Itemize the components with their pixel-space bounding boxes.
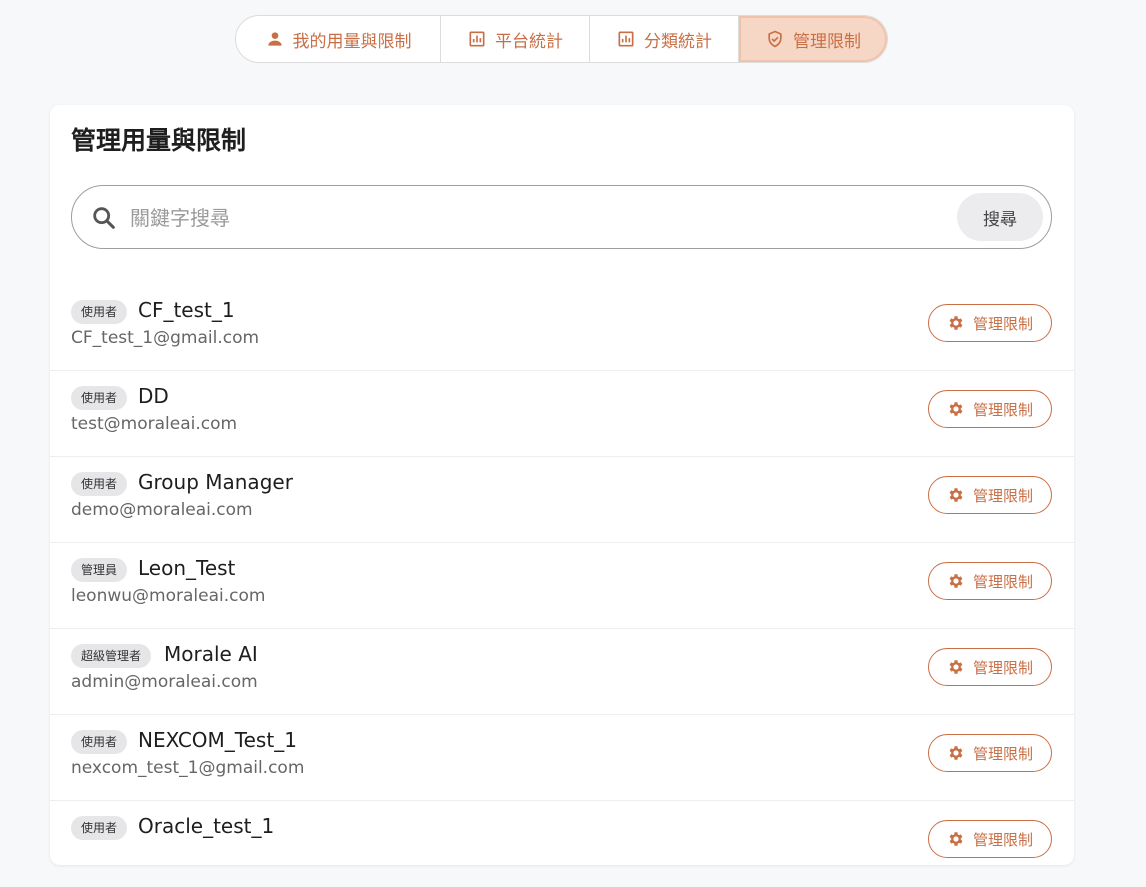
manage-limits-button[interactable]: 管理限制 xyxy=(928,562,1052,600)
manage-limits-label: 管理限制 xyxy=(972,658,1033,677)
gear-icon xyxy=(949,660,963,674)
user-name: Morale AI xyxy=(164,642,258,666)
manage-limits-label: 管理限制 xyxy=(972,486,1033,505)
search-input[interactable] xyxy=(128,200,952,236)
manage-limits-label: 管理限制 xyxy=(972,314,1033,333)
user-email: CF_test_1@gmail.com xyxy=(71,328,260,348)
manage-limits-button[interactable]: 管理限制 xyxy=(928,304,1052,342)
bar-chart-icon xyxy=(618,31,634,47)
user-name: NEXCOM_Test_1 xyxy=(138,728,297,752)
list-item: 使用者 NEXCOM_Test_1 nexcom_test_1@gmail.co… xyxy=(50,715,1074,801)
user-name: Oracle_test_1 xyxy=(138,814,275,838)
shield-check-icon xyxy=(768,30,782,48)
manage-limits-label: 管理限制 xyxy=(972,744,1033,763)
page-title: 管理用量與限制 xyxy=(71,126,247,155)
user-list: 使用者 CF_test_1 CF_test_1@gmail.com 管理限制 使… xyxy=(50,285,1074,887)
user-name: Leon_Test xyxy=(138,556,236,580)
manage-limits-button[interactable]: 管理限制 xyxy=(928,820,1052,858)
tab-label: 管理限制 xyxy=(793,31,861,52)
tab-label: 分類統計 xyxy=(644,31,712,52)
manage-limits-label: 管理限制 xyxy=(972,830,1033,849)
list-item: 使用者 CF_test_1 CF_test_1@gmail.com 管理限制 xyxy=(50,285,1074,371)
tab-label: 平台統計 xyxy=(495,31,563,52)
tab-my-usage[interactable]: 我的用量與限制 xyxy=(236,16,441,62)
gear-icon xyxy=(949,746,963,760)
user-email: demo@moraleai.com xyxy=(71,500,253,520)
list-item: 管理員 Leon_Test leonwu@moraleai.com 管理限制 xyxy=(50,543,1074,629)
gear-icon xyxy=(949,832,963,846)
role-badge: 使用者 xyxy=(71,386,128,410)
search-button[interactable]: 搜尋 xyxy=(957,193,1043,241)
user-email: leonwu@moraleai.com xyxy=(71,586,266,606)
user-email: test@moraleai.com xyxy=(71,414,238,434)
gear-icon xyxy=(949,402,963,416)
manage-limits-button[interactable]: 管理限制 xyxy=(928,476,1052,514)
gear-icon xyxy=(949,316,963,330)
role-badge: 使用者 xyxy=(71,816,128,840)
user-email: nexcom_test_1@gmail.com xyxy=(71,758,305,778)
bar-chart-icon xyxy=(469,31,485,47)
manage-limits-button[interactable]: 管理限制 xyxy=(928,648,1052,686)
search-icon xyxy=(93,207,115,229)
role-badge: 使用者 xyxy=(71,300,128,324)
manage-limits-label: 管理限制 xyxy=(972,572,1033,591)
tab-category-stats[interactable]: 分類統計 xyxy=(590,16,739,62)
user-email: admin@moraleai.com xyxy=(71,672,258,692)
manage-limits-button[interactable]: 管理限制 xyxy=(928,390,1052,428)
manage-usage-card: 管理用量與限制 搜尋 使用者 CF_test_1 CF_test_1@gmail… xyxy=(50,105,1074,865)
user-name: Group Manager xyxy=(138,470,293,494)
tab-bar: 我的用量與限制 平台統計 分類統計 管理限制 xyxy=(235,15,888,63)
gear-icon xyxy=(949,488,963,502)
list-item: 使用者 Group Manager demo@moraleai.com 管理限制 xyxy=(50,457,1074,543)
role-badge: 使用者 xyxy=(71,472,128,496)
tab-manage-limits[interactable]: 管理限制 xyxy=(739,16,887,62)
user-name: DD xyxy=(138,384,169,408)
role-badge: 使用者 xyxy=(71,730,128,754)
search-bar: 搜尋 xyxy=(71,185,1052,249)
list-item: 超級管理者 Morale AI admin@moraleai.com 管理限制 xyxy=(50,629,1074,715)
tab-label: 我的用量與限制 xyxy=(292,31,412,52)
list-item: 使用者 Oracle_test_1 管理限制 xyxy=(50,801,1074,887)
role-badge: 管理員 xyxy=(71,558,128,582)
person-icon xyxy=(267,32,282,46)
gear-icon xyxy=(949,574,963,588)
role-badge: 超級管理者 xyxy=(71,644,152,668)
manage-limits-label: 管理限制 xyxy=(972,400,1033,419)
user-name: CF_test_1 xyxy=(138,298,235,322)
tab-platform-stats[interactable]: 平台統計 xyxy=(441,16,590,62)
list-item: 使用者 DD test@moraleai.com 管理限制 xyxy=(50,371,1074,457)
manage-limits-button[interactable]: 管理限制 xyxy=(928,734,1052,772)
